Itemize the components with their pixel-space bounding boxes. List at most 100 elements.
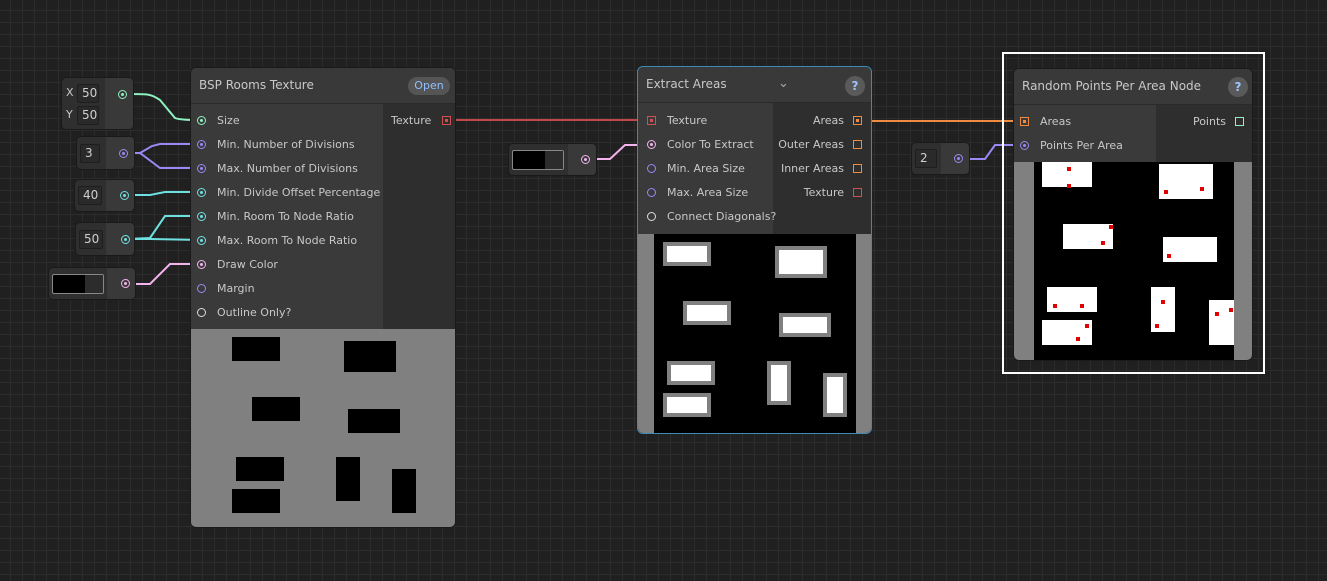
x-label: X: [66, 86, 74, 99]
texture-port[interactable]: [853, 188, 862, 197]
port-label: Min. Divide Offset Percentage: [217, 186, 381, 199]
color-swatch[interactable]: [512, 150, 564, 170]
input-port[interactable]: [197, 284, 206, 293]
texture-port[interactable]: [853, 140, 862, 149]
node-header[interactable]: Random Points Per Area Node: [1014, 69, 1252, 105]
port-label: Color To Extract: [667, 138, 754, 151]
output-inner-areas[interactable]: Inner Areas: [781, 159, 862, 179]
point-marker: [1200, 187, 1204, 191]
size-x-field[interactable]: 50: [77, 84, 99, 103]
point-marker: [1085, 324, 1089, 328]
port-label: Outline Only?: [217, 306, 292, 319]
point-marker: [1161, 300, 1165, 304]
size-y-field[interactable]: 50: [77, 106, 99, 125]
node-header[interactable]: Extract Areas: [638, 67, 871, 103]
input-port[interactable]: [647, 212, 656, 221]
output-outer-areas[interactable]: Outer Areas: [778, 135, 862, 155]
input-port[interactable]: [197, 260, 206, 269]
random-points-node[interactable]: Random Points Per Area Node ? Areas Point…: [1013, 68, 1253, 361]
help-button[interactable]: ?: [1228, 77, 1248, 97]
divisions-field[interactable]: 3: [80, 144, 100, 163]
output-port[interactable]: [118, 90, 127, 99]
output-port[interactable]: [120, 191, 129, 200]
chevron-down-icon[interactable]: ⌄: [778, 76, 789, 91]
areas-preview: [638, 234, 871, 433]
input-port[interactable]: [197, 188, 206, 197]
input-texture[interactable]: Texture: [647, 111, 707, 131]
output-areas[interactable]: Areas: [813, 111, 862, 131]
port-label: Min. Room To Node Ratio: [217, 210, 354, 223]
input-margin[interactable]: Margin: [197, 279, 255, 299]
color-swatch[interactable]: [52, 274, 104, 294]
texture-port[interactable]: [1020, 117, 1029, 126]
input-min-area-size[interactable]: Min. Area Size: [647, 159, 745, 179]
input-connect-diagonals-[interactable]: Connect Diagonals?: [647, 207, 776, 227]
open-button[interactable]: Open: [408, 77, 450, 95]
ratio-field[interactable]: 50: [79, 230, 103, 249]
input-port[interactable]: [197, 116, 206, 125]
input-draw-color[interactable]: Draw Color: [197, 255, 278, 275]
texture-preview: [191, 329, 455, 527]
input-max-number-of-divisions[interactable]: Max. Number of Divisions: [197, 159, 358, 179]
point-marker: [1076, 337, 1080, 341]
port-label: Connect Diagonals?: [667, 210, 777, 223]
y-label: Y: [66, 108, 73, 121]
output-texture[interactable]: Texture: [804, 183, 862, 203]
output-port[interactable]: [121, 279, 130, 288]
port-label: Max. Number of Divisions: [217, 162, 358, 175]
port-label: Inner Areas: [780, 162, 844, 175]
input-port[interactable]: [197, 212, 206, 221]
input-min-room-to-node-ratio[interactable]: Min. Room To Node Ratio: [197, 207, 354, 227]
port-label: Margin: [217, 282, 255, 295]
extract-areas-node[interactable]: Extract Areas ⌄ ? Texture Color To Extrac…: [637, 66, 872, 434]
input-areas[interactable]: Areas: [1020, 112, 1071, 132]
port-label: Min. Number of Divisions: [217, 138, 355, 151]
texture-port[interactable]: [442, 116, 451, 125]
input-color-to-extract[interactable]: Color To Extract: [647, 135, 754, 155]
input-max-area-size[interactable]: Max. Area Size: [647, 183, 748, 203]
input-port[interactable]: [647, 164, 656, 173]
output-points[interactable]: Points: [1193, 112, 1244, 132]
input-max-room-to-node-ratio[interactable]: Max. Room To Node Ratio: [197, 231, 357, 251]
port-label: Size: [217, 114, 240, 127]
point-marker: [1067, 184, 1071, 188]
output-texture[interactable]: Texture: [391, 111, 451, 131]
help-button[interactable]: ?: [845, 76, 865, 96]
port-label: Max. Room To Node Ratio: [217, 234, 358, 247]
input-port[interactable]: [647, 188, 656, 197]
input-min-number-of-divisions[interactable]: Min. Number of Divisions: [197, 135, 355, 155]
point-marker: [1155, 324, 1159, 328]
offset-field[interactable]: 40: [78, 186, 102, 205]
point-marker: [1080, 304, 1084, 308]
input-port[interactable]: [197, 140, 206, 149]
input-size[interactable]: Size: [197, 111, 240, 131]
input-port[interactable]: [197, 236, 206, 245]
points-preview: [1014, 162, 1252, 360]
port-label: Areas: [1040, 115, 1072, 128]
point-marker: [1067, 167, 1071, 171]
port-label: Outer Areas: [778, 138, 844, 151]
bsp-rooms-texture-node[interactable]: BSP Rooms Texture Open Texture Size Min. …: [190, 67, 456, 528]
float-offset-node: 40: [74, 179, 135, 212]
output-port[interactable]: [954, 154, 963, 163]
input-outline-only-[interactable]: Outline Only?: [197, 303, 291, 323]
output-port[interactable]: [581, 155, 590, 164]
points-per-area-field[interactable]: 2: [915, 149, 937, 168]
port-label: Texture: [667, 114, 708, 127]
int-divisions-node: 3: [76, 136, 135, 170]
input-points-per-area[interactable]: Points Per Area: [1020, 136, 1123, 156]
input-port[interactable]: [647, 140, 656, 149]
texture-port[interactable]: [647, 116, 656, 125]
input-min-divide-offset-percentage[interactable]: Min. Divide Offset Percentage: [197, 183, 380, 203]
input-port[interactable]: [197, 164, 206, 173]
input-port[interactable]: [1020, 141, 1029, 150]
output-port[interactable]: [119, 149, 128, 158]
float-ratio-node: 50: [75, 222, 135, 256]
input-port[interactable]: [197, 308, 206, 317]
texture-port[interactable]: [853, 116, 862, 125]
port-label: Points: [1192, 115, 1226, 128]
output-port[interactable]: [121, 235, 130, 244]
texture-port[interactable]: [1235, 117, 1244, 126]
texture-port[interactable]: [853, 164, 862, 173]
point-marker: [1164, 190, 1168, 194]
